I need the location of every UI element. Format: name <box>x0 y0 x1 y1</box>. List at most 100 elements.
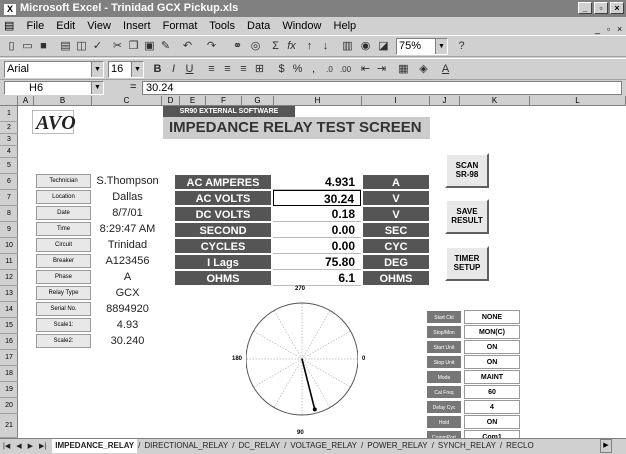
fill-color-icon[interactable]: ◈ <box>416 62 431 77</box>
row-header[interactable]: 17 <box>0 350 18 366</box>
minimize-icon[interactable]: _ <box>578 2 592 14</box>
row-header[interactable]: 16 <box>0 334 18 350</box>
help-icon[interactable]: ? <box>454 39 469 54</box>
underline-button[interactable]: U <box>182 62 197 77</box>
print-preview-icon[interactable]: ◫ <box>74 39 89 54</box>
column-header[interactable]: J <box>430 96 460 106</box>
column-header[interactable]: I <box>362 96 430 106</box>
column-header[interactable]: C <box>92 96 162 106</box>
row-header[interactable]: 20 <box>0 398 18 414</box>
row-header[interactable]: 21 <box>0 414 18 438</box>
sheet-tab[interactable]: VOLTAGE_RELAY <box>287 439 360 453</box>
increase-decimal-button[interactable]: .0 <box>322 62 337 77</box>
setting-value[interactable]: ON <box>464 340 520 354</box>
column-header[interactable]: A <box>18 96 34 106</box>
sheet-tab[interactable]: RECLO <box>503 439 537 453</box>
scan-sr98-button[interactable]: SCAN SR-98 <box>445 153 489 188</box>
chart-wizard-icon[interactable]: ▥ <box>340 39 355 54</box>
row-header[interactable]: 7 <box>0 190 18 206</box>
web-toolbar-icon[interactable]: ◎ <box>248 39 263 54</box>
row-header[interactable]: 15 <box>0 318 18 334</box>
hyperlink-icon[interactable]: ⚭ <box>230 39 245 54</box>
currency-button[interactable]: $ <box>274 62 289 77</box>
setting-value[interactable]: MAINT <box>464 370 520 384</box>
align-left-icon[interactable]: ≡ <box>204 62 219 77</box>
menu-window[interactable]: Window <box>282 20 321 32</box>
print-icon[interactable]: ▤ <box>58 39 73 54</box>
column-header[interactable]: F <box>206 96 242 106</box>
new-icon[interactable]: ▯ <box>4 39 19 54</box>
row-header[interactable]: 9 <box>0 222 18 238</box>
setting-value[interactable]: Com1 <box>464 430 520 438</box>
function-icon[interactable]: fx <box>284 39 299 54</box>
zoom-select[interactable]: 75% ▼ <box>396 38 448 55</box>
menu-tools[interactable]: Tools <box>209 20 235 32</box>
last-sheet-icon[interactable]: ▶| <box>36 440 49 454</box>
align-center-icon[interactable]: ≡ <box>220 62 235 77</box>
document-icon[interactable]: ▤ <box>4 20 14 32</box>
copy-icon[interactable]: ❐ <box>126 39 141 54</box>
menu-edit[interactable]: Edit <box>56 20 75 32</box>
open-icon[interactable]: ▭ <box>20 39 35 54</box>
paste-icon[interactable]: ▣ <box>142 39 157 54</box>
italic-button[interactable]: I <box>166 62 181 77</box>
measurement-value[interactable]: 30.24 <box>273 190 361 206</box>
column-header[interactable]: D <box>162 96 180 106</box>
setting-value[interactable]: 60 <box>464 385 520 399</box>
row-header[interactable]: 2 <box>0 122 18 134</box>
decrease-indent-icon[interactable]: ⇤ <box>358 62 373 77</box>
row-header[interactable]: 14 <box>0 302 18 318</box>
worksheet[interactable]: AVO SR90 EXTERNAL SOFTWARE IMPEDANCE REL… <box>18 106 626 438</box>
font-color-button[interactable]: A <box>438 62 453 77</box>
setting-value[interactable]: NONE <box>464 310 520 324</box>
chevron-down-icon[interactable]: ▼ <box>435 39 447 54</box>
setting-value[interactable]: MON(C) <box>464 325 520 339</box>
name-box[interactable]: H6 ▼ <box>4 81 104 95</box>
row-header[interactable]: 4 <box>0 146 18 158</box>
increase-indent-icon[interactable]: ⇥ <box>374 62 389 77</box>
column-header[interactable]: H <box>274 96 362 106</box>
chevron-down-icon[interactable]: ▼ <box>91 62 103 77</box>
menu-view[interactable]: View <box>87 20 111 32</box>
next-sheet-icon[interactable]: ▶ <box>25 440 36 454</box>
row-header[interactable]: 5 <box>0 158 18 174</box>
spelling-icon[interactable]: ✓ <box>90 39 105 54</box>
column-header[interactable]: G <box>242 96 274 106</box>
save-result-button[interactable]: SAVE RESULT <box>445 199 489 234</box>
scroll-right-icon[interactable]: ▶ <box>600 439 612 453</box>
font-name-select[interactable]: Arial ▼ <box>4 61 104 78</box>
sheet-tab[interactable]: POWER_RELAY <box>364 439 430 453</box>
row-header[interactable]: 3 <box>0 134 18 146</box>
setting-value[interactable]: 4 <box>464 400 520 414</box>
bold-button[interactable]: B <box>150 62 165 77</box>
row-header[interactable]: 11 <box>0 254 18 270</box>
undo-icon[interactable]: ↶ <box>180 39 195 54</box>
row-header[interactable]: 6 <box>0 174 18 190</box>
chevron-down-icon[interactable]: ▼ <box>91 82 103 94</box>
prev-sheet-icon[interactable]: ◀ <box>13 440 24 454</box>
merge-center-icon[interactable]: ⊞ <box>252 62 267 77</box>
select-all-corner[interactable] <box>0 96 18 106</box>
sheet-tab[interactable]: SYNCH_RELAY <box>435 439 499 453</box>
decrease-decimal-button[interactable]: .00 <box>338 62 353 77</box>
font-size-select[interactable]: 16 ▼ <box>108 61 144 78</box>
cut-icon[interactable]: ✂ <box>110 39 125 54</box>
row-header[interactable]: 8 <box>0 206 18 222</box>
align-right-icon[interactable]: ≡ <box>236 62 251 77</box>
percent-button[interactable]: % <box>290 62 305 77</box>
column-header[interactable]: E <box>180 96 206 106</box>
menu-format[interactable]: Format <box>163 20 198 32</box>
sort-descending-icon[interactable]: ↓ <box>318 39 333 54</box>
comma-button[interactable]: , <box>306 62 321 77</box>
maximize-icon[interactable]: ▫ <box>594 2 608 14</box>
menu-insert[interactable]: Insert <box>123 20 151 32</box>
timer-setup-button[interactable]: TIMER SETUP <box>445 246 489 281</box>
row-header[interactable]: 10 <box>0 238 18 254</box>
first-sheet-icon[interactable]: |◀ <box>0 440 13 454</box>
row-header[interactable]: 1 <box>0 106 18 122</box>
borders-icon[interactable]: ▦ <box>396 62 411 77</box>
sheet-tab[interactable]: DC_RELAY <box>235 439 283 453</box>
column-header[interactable]: B <box>34 96 92 106</box>
column-header[interactable]: L <box>530 96 626 106</box>
drawing-icon[interactable]: ◪ <box>376 39 391 54</box>
